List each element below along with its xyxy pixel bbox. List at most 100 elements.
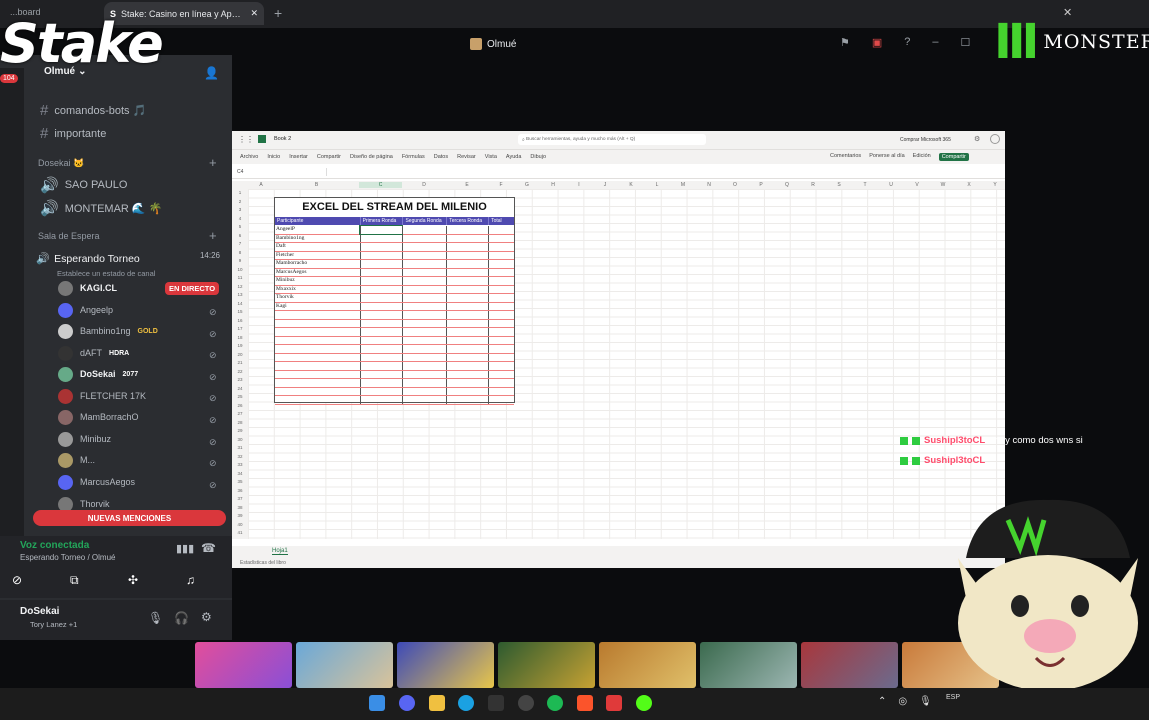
network-icon[interactable]: ◎ [898,696,907,707]
minimize-icon[interactable]: – [932,36,938,49]
row-header[interactable]: 16 [232,318,248,323]
row-header[interactable]: 36 [232,488,248,493]
buy-microsoft-365[interactable]: Comprar Microsoft 365 [900,137,951,143]
participant-cell[interactable]: Fletcher [275,252,360,260]
score-cell[interactable] [488,379,514,387]
row-header[interactable]: 6 [232,233,248,238]
menu-dibujo[interactable]: Dibujo [530,154,546,160]
score-cell[interactable] [402,294,446,302]
row-header[interactable]: 32 [232,454,248,459]
participant-cell[interactable] [275,345,360,353]
score-cell[interactable] [402,251,446,259]
cell-reference[interactable]: C4 [237,169,243,175]
settings-gear-icon[interactable]: ⚙ [974,135,980,143]
score-cell[interactable] [359,345,403,353]
th-participante[interactable]: Participante [275,217,360,225]
participant-cell[interactable] [275,320,360,328]
score-cell[interactable] [402,353,446,361]
score-cell[interactable] [488,362,514,370]
row-header[interactable]: 37 [232,496,248,501]
discord-app-icon[interactable] [399,695,415,711]
row-header[interactable]: 34 [232,471,248,476]
row-header[interactable]: 21 [232,360,248,365]
voice-user[interactable]: dAFT HDRA [58,343,129,363]
score-cell[interactable] [488,285,514,293]
score-cell[interactable] [488,260,514,268]
new-mentions-button[interactable]: NUEVAS MENCIONES [33,510,226,526]
score-cell[interactable] [359,396,403,404]
score-cell[interactable] [488,336,514,344]
row-header[interactable]: 40 [232,522,248,527]
flag-icon[interactable]: ⚑ [840,36,850,49]
participant-cell[interactable] [275,388,360,396]
chrome-icon[interactable] [518,695,534,711]
game-thumbnail[interactable] [195,642,292,688]
game-thumbnail[interactable] [599,642,696,688]
score-cell[interactable] [488,328,514,336]
spotify-icon[interactable] [547,695,563,711]
menu-vista[interactable]: Vista [485,154,497,160]
row-header[interactable]: 29 [232,428,248,433]
score-cell[interactable] [402,336,446,344]
voice-location[interactable]: Esperando Torneo / Olmué [20,553,115,562]
participant-cell[interactable]: Mxaxxix [275,286,360,294]
row-header[interactable]: 2 [232,199,248,204]
score-cell[interactable] [402,319,446,327]
th-tercera[interactable]: Tercera Ronda [446,217,488,225]
voice-user[interactable]: Bambino1ng GOLD [58,321,158,341]
menu-compartir[interactable]: Compartir [317,154,341,160]
settings-gear-icon[interactable]: ⚙ [201,610,212,624]
score-cell[interactable] [402,243,446,251]
comments-button[interactable]: Comentarios [830,153,861,161]
th-total[interactable]: Total [488,217,514,225]
participant-cell[interactable] [275,362,360,370]
participant-cell[interactable]: Kagi [275,303,360,311]
score-cell[interactable] [488,302,514,310]
score-cell[interactable] [446,370,488,378]
score-cell[interactable] [359,353,403,361]
channel-montemar[interactable]: 🔊 MONTEMAR 🌊 🌴 [40,199,162,217]
add-channel-icon[interactable]: + [209,155,217,170]
score-cell[interactable] [446,294,488,302]
participant-cell[interactable] [275,328,360,336]
score-cell[interactable] [402,260,446,268]
row-header[interactable]: 13 [232,292,248,297]
score-cell[interactable] [446,311,488,319]
voice-channel-esperando-torneo[interactable]: 🔊 Esperando Torneo 14:26 Establece un es… [36,249,226,278]
score-cell[interactable] [446,285,488,293]
row-header[interactable]: 4 [232,216,248,221]
app-icon[interactable] [606,695,622,711]
waffle-icon[interactable]: ⋮⋮ [238,135,254,144]
avatar[interactable] [990,134,1000,144]
row-header[interactable]: 15 [232,309,248,314]
score-cell[interactable] [402,370,446,378]
game-thumbnail[interactable] [397,642,494,688]
score-cell[interactable] [446,268,488,276]
col-header[interactable]: F [488,182,514,188]
col-header[interactable]: A [248,182,274,188]
editing-button[interactable]: Edición [913,153,931,161]
menu-revisar[interactable]: Revisar [457,154,476,160]
row-header[interactable]: 26 [232,403,248,408]
row-header[interactable]: 9 [232,258,248,263]
score-cell[interactable] [358,225,404,235]
score-cell[interactable] [402,268,446,276]
score-cell[interactable] [488,396,514,404]
score-cell[interactable] [488,226,514,234]
share-button[interactable]: Compartir [938,153,969,161]
score-cell[interactable] [488,243,514,251]
score-cell[interactable] [446,302,488,310]
screen-share-icon[interactable]: ⧉ [70,573,79,588]
score-cell[interactable] [488,345,514,353]
score-cell[interactable] [446,260,488,268]
col-header[interactable]: K [618,182,644,188]
score-cell[interactable] [446,362,488,370]
row-header[interactable]: 7 [232,241,248,246]
row-header[interactable]: 10 [232,267,248,272]
row-header[interactable]: 5 [232,224,248,229]
score-cell[interactable] [446,353,488,361]
voice-user[interactable]: FLETCHER 17K [58,386,146,406]
camera-off-icon[interactable]: ⊘ [12,573,22,587]
score-cell[interactable] [446,319,488,327]
score-cell[interactable] [359,277,403,285]
